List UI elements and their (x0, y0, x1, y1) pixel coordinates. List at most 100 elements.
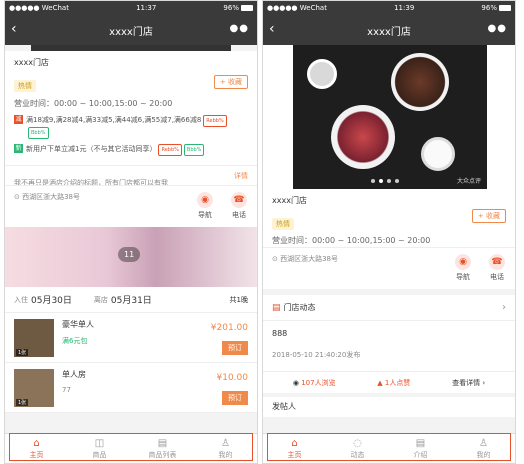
back-arrow-icon[interactable]: ‹ (11, 21, 17, 37)
favorite-button[interactable]: + 收藏 (213, 75, 248, 89)
business-hours: 营业时间：00:00 ~ 10:00,15:00 ~ 20:00 (14, 99, 173, 108)
tab-dynamics[interactable]: ◌ 动态 (326, 434, 389, 463)
thumbs-up-icon: ▲ (377, 378, 385, 387)
views-count: 107人浏览 (301, 378, 336, 387)
dynamics-icon: ▤ (272, 302, 281, 313)
cup-saucer-shape (421, 137, 455, 171)
signal-text: ●●●●● WeChat (9, 4, 69, 12)
clock: 11:39 (394, 4, 415, 12)
business-hours: 营业时间：00:00 ~ 10:00,15:00 ~ 20:00 (272, 236, 431, 245)
phone-label: 电话 (490, 273, 504, 281)
more-options-icon[interactable]: ●● (230, 23, 249, 34)
date-selector[interactable]: 入住 05月30日 离店 05月31日 共1晚 (5, 287, 257, 313)
tab-bar: ⌂ 主页 ◌ 动态 ▤ 介绍 ♙ 我的 (263, 433, 515, 463)
battery-text: 96% (481, 4, 497, 12)
call-button[interactable]: ☎ 电话 (231, 192, 247, 220)
status-bar: ●●●●● WeChat 11:39 96% (263, 1, 515, 15)
home-icon: ⌂ (33, 438, 40, 449)
view-details-link[interactable]: 查看详情 › (452, 378, 485, 388)
room-sub: 满6元包 (62, 337, 88, 345)
navigate-icon: ◉ (455, 254, 471, 270)
room-name: 豪华单人 (62, 320, 94, 329)
address-text: 西湖区浙大路38号 (280, 255, 339, 263)
nav-title: xxxx门店 (109, 26, 153, 38)
store-info: xxxx门店 热情 + 收藏 营业时间：00:00 ~ 10:00,15:00 … (5, 51, 257, 165)
room-thumbnail: 1张 (14, 319, 54, 357)
left-phone-screen: ●●●●● WeChat 11:37 96% ‹ xxxx门店 ●● xxxx门… (4, 0, 258, 464)
promo-new-user: 新 新用户下单立减1元（不与其它活动同享） Rebb% Bbb% (14, 144, 248, 156)
phone-label: 电话 (232, 211, 246, 219)
tab-products[interactable]: ◫ 商品 (68, 434, 131, 463)
anime-banner-image[interactable]: 11 (5, 227, 257, 287)
address-row: ⊙ 西湖区浙大路38号 ◉ 导航 ☎ 电话 (263, 247, 515, 289)
address-text: 西湖区浙大路38号 (22, 193, 81, 201)
clock: 11:37 (136, 4, 157, 12)
hot-tag: 热情 (272, 218, 294, 230)
back-arrow-icon[interactable]: ‹ (269, 21, 275, 37)
food-photo: 大众点评 (293, 45, 487, 189)
favorite-button[interactable]: + 收藏 (471, 209, 506, 223)
hot-tag: 热情 (14, 80, 36, 92)
likes-count: 1人点赞 (384, 378, 411, 387)
dessert-plate-shape (391, 53, 449, 111)
poster-title: 发帖人 (263, 397, 515, 417)
location-pin-icon: ⊙ (14, 193, 23, 201)
book-button[interactable]: 预订 (222, 341, 248, 355)
notice-details-link[interactable]: 详情 (234, 171, 248, 181)
room-tag: 1张 (16, 399, 29, 406)
chevron-right-icon: › (502, 302, 506, 313)
location-pin-icon: ⊙ (272, 255, 281, 263)
checkout-label: 离店 (93, 295, 108, 304)
store-name: xxxx门店 (272, 196, 307, 205)
reduction-icon: 减 (14, 115, 23, 124)
checkin-date[interactable]: 05月30日 (31, 293, 72, 306)
tab-home[interactable]: ⌂ 主页 (5, 434, 68, 463)
more-options-icon[interactable]: ●● (488, 23, 507, 34)
room-name: 单人房 (62, 370, 86, 379)
user-icon: ♙ (221, 438, 230, 449)
home-icon: ⌂ (291, 438, 298, 449)
checkout-date[interactable]: 05月31日 (111, 293, 152, 306)
navigate-label: 导航 (198, 211, 212, 219)
navigate-button[interactable]: ◉ 导航 (455, 254, 471, 282)
phone-icon: ☎ (489, 254, 505, 270)
list-icon: ▤ (157, 438, 168, 449)
promo2-badge-a: Rebb% (158, 144, 182, 156)
tab-intro[interactable]: ▤ 介绍 (389, 434, 452, 463)
nav-bar: ‹ xxxx门店 ●● (263, 15, 515, 45)
tab-product-list[interactable]: ▤ 商品列表 (131, 434, 194, 463)
post-item[interactable]: 888 2018-05-10 21:40:20发布 (263, 321, 515, 371)
tab-mine[interactable]: ♙ 我的 (194, 434, 257, 463)
store-info: xxxx门店 热情 + 收藏 营业时间：00:00 ~ 10:00,15:00 … (263, 189, 515, 247)
cake-plate-shape (331, 105, 395, 169)
banner-counter: 11 (118, 247, 141, 262)
bag-icon: ◫ (94, 438, 105, 449)
room-item[interactable]: 1张 单人房 77 ¥10.00 预订 (5, 363, 257, 413)
checkin-label: 入住 (14, 295, 28, 304)
dynamics-title: 门店动态 (283, 303, 316, 312)
notice-row[interactable]: 我不再只是酒店介绍的标题，所有门店都可以有我 详情 (5, 165, 257, 187)
promo1-badge-a: Rebb% (203, 115, 227, 127)
promo1-text: 满18减9,满28减4,满33减5,满44减6,满55减7,满66减8 (26, 116, 202, 124)
dynamics-header[interactable]: ▤ 门店动态 › (263, 295, 515, 321)
book-button[interactable]: 预订 (222, 391, 248, 405)
room-price: ¥10.00 (216, 373, 249, 383)
document-icon: ▤ (415, 438, 426, 449)
battery-icon (240, 5, 253, 11)
navigate-label: 导航 (456, 273, 470, 281)
chat-bubble-icon: ◌ (353, 438, 362, 449)
photo-watermark: 大众点评 (456, 178, 481, 185)
store-photo-carousel[interactable]: 大众点评 (263, 45, 515, 189)
room-item[interactable]: 1张 豪华单人 满6元包 ¥201.00 预订 (5, 313, 257, 363)
promo2-text: 新用户下单立减1元（不与其它活动同享） (26, 145, 157, 153)
coffee-cup-shape (307, 59, 337, 89)
tab-home[interactable]: ⌂ 主页 (263, 434, 326, 463)
promo-full-reduction: 减 满18减9,满28减4,满33减5,满44减6,满55减7,满66减8 Reb… (14, 115, 248, 139)
address-row: ⊙ 西湖区浙大路38号 ◉ 导航 ☎ 电话 (5, 185, 257, 227)
like-button[interactable]: ▲ 1人点赞 (377, 378, 410, 388)
navigate-button[interactable]: ◉ 导航 (197, 192, 213, 220)
tab-mine[interactable]: ♙ 我的 (452, 434, 515, 463)
call-button[interactable]: ☎ 电话 (489, 254, 505, 282)
carousel-dots (371, 179, 399, 183)
post-time: 2018-05-10 21:40:20发布 (272, 351, 361, 359)
